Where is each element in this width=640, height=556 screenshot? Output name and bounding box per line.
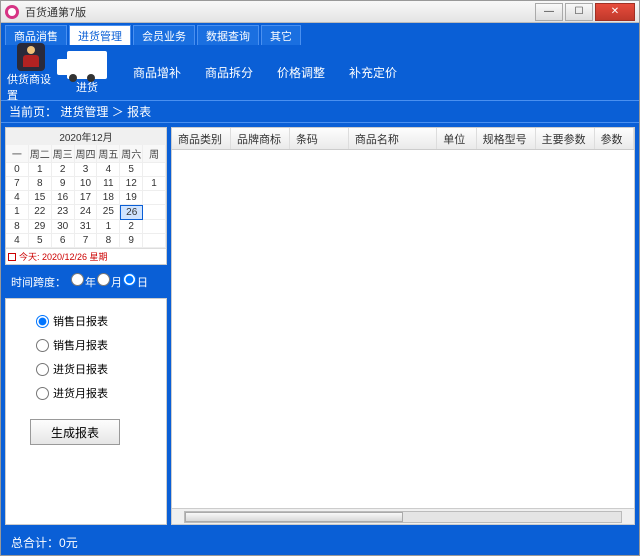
- calendar-cell[interactable]: 25: [97, 205, 120, 220]
- tab-4[interactable]: 其它: [261, 25, 301, 45]
- calendar-cell[interactable]: 2: [120, 220, 143, 234]
- calendar-cell[interactable]: 18: [97, 191, 120, 205]
- column-header[interactable]: 单位: [437, 128, 476, 149]
- calendar-cell[interactable]: 4: [6, 191, 29, 205]
- timespan-年[interactable]: 年: [70, 277, 96, 289]
- close-button[interactable]: ✕: [595, 3, 635, 21]
- toolbar-item-0[interactable]: 商品增补: [127, 60, 187, 85]
- calendar-cell[interactable]: 29: [29, 220, 52, 234]
- supplier-settings-button[interactable]: 供货商设置: [7, 43, 55, 103]
- data-grid: 商品类别品牌商标条码商品名称单位规格型号主要参数参数: [171, 127, 635, 525]
- status-bar: 总合计： 0元: [1, 529, 639, 555]
- toolbar: 供货商设置 进货 商品增补商品拆分价格调整补充定价: [1, 45, 639, 101]
- timespan-selector: 时间跨度： 年月日: [5, 269, 167, 294]
- calendar-cell[interactable]: 19: [120, 191, 143, 205]
- calendar-cell[interactable]: 5: [29, 234, 52, 248]
- column-header[interactable]: 参数: [595, 128, 634, 149]
- calendar-cell[interactable]: 12: [120, 177, 143, 191]
- report-option-2[interactable]: 进货日报表: [36, 361, 150, 377]
- stockin-button[interactable]: 进货: [63, 51, 111, 95]
- calendar-cell[interactable]: [143, 205, 166, 220]
- column-header[interactable]: 主要参数: [536, 128, 595, 149]
- column-header[interactable]: 品牌商标: [231, 128, 290, 149]
- column-header[interactable]: 商品类别: [172, 128, 231, 149]
- report-option-1[interactable]: 销售月报表: [36, 337, 150, 353]
- window-title: 百货通第7版: [25, 4, 533, 20]
- calendar-cell[interactable]: 1: [6, 205, 29, 220]
- calendar-cell[interactable]: 6: [52, 234, 75, 248]
- calendar-cell[interactable]: 11: [97, 177, 120, 191]
- tab-1[interactable]: 进货管理: [69, 25, 131, 45]
- titlebar: 百货通第7版 — ☐ ✕: [1, 1, 639, 23]
- column-header[interactable]: 条码: [290, 128, 349, 149]
- calendar-cell[interactable]: 5: [120, 163, 143, 177]
- calendar[interactable]: 2020年12月 一周二周三周四周五周六周0123457891011121415…: [5, 127, 167, 265]
- truck-icon: [67, 51, 107, 79]
- calendar-cell[interactable]: 22: [29, 205, 52, 220]
- minimize-button[interactable]: —: [535, 3, 563, 21]
- calendar-cell[interactable]: 2: [52, 163, 75, 177]
- calendar-cell[interactable]: [143, 191, 166, 205]
- calendar-cell[interactable]: 8: [6, 220, 29, 234]
- report-option-0[interactable]: 销售日报表: [36, 313, 150, 329]
- person-icon: [17, 43, 45, 71]
- calendar-cell[interactable]: 8: [97, 234, 120, 248]
- calendar-title: 2020年12月: [6, 128, 166, 145]
- timespan-月[interactable]: 月: [96, 277, 122, 289]
- calendar-cell[interactable]: [143, 163, 166, 177]
- generate-report-button[interactable]: 生成报表: [30, 419, 120, 445]
- calendar-cell[interactable]: 1: [143, 177, 166, 191]
- stockin-label: 进货: [76, 79, 98, 95]
- supplier-label: 供货商设置: [7, 71, 55, 103]
- calendar-cell[interactable]: [143, 220, 166, 234]
- calendar-cell[interactable]: 7: [75, 234, 98, 248]
- report-options: 销售日报表销售月报表进货日报表进货月报表 生成报表: [5, 298, 167, 525]
- calendar-cell[interactable]: 4: [97, 163, 120, 177]
- calendar-cell[interactable]: 7: [6, 177, 29, 191]
- tab-3[interactable]: 数据查询: [197, 25, 259, 45]
- calendar-cell[interactable]: 10: [75, 177, 98, 191]
- calendar-cell[interactable]: 8: [29, 177, 52, 191]
- calendar-cell[interactable]: 0: [6, 163, 29, 177]
- timespan-日[interactable]: 日: [122, 277, 148, 289]
- report-option-3[interactable]: 进货月报表: [36, 385, 150, 401]
- calendar-cell[interactable]: 30: [52, 220, 75, 234]
- tab-2[interactable]: 会员业务: [133, 25, 195, 45]
- toolbar-item-2[interactable]: 价格调整: [271, 60, 331, 85]
- calendar-cell[interactable]: 31: [75, 220, 98, 234]
- calendar-cell[interactable]: [143, 234, 166, 248]
- horizontal-scrollbar[interactable]: [172, 508, 634, 524]
- breadcrumb-path2: 报表: [127, 105, 151, 119]
- column-header[interactable]: 规格型号: [477, 128, 536, 149]
- calendar-cell[interactable]: 26: [120, 205, 143, 220]
- calendar-cell[interactable]: 15: [29, 191, 52, 205]
- calendar-cell[interactable]: 1: [29, 163, 52, 177]
- toolbar-item-1[interactable]: 商品拆分: [199, 60, 259, 85]
- calendar-cell[interactable]: 3: [75, 163, 98, 177]
- calendar-cell[interactable]: 24: [75, 205, 98, 220]
- calendar-cell[interactable]: 4: [6, 234, 29, 248]
- calendar-cell[interactable]: 1: [97, 220, 120, 234]
- calendar-cell[interactable]: 16: [52, 191, 75, 205]
- maximize-button[interactable]: ☐: [565, 3, 593, 21]
- breadcrumb-path1[interactable]: 进货管理: [60, 105, 108, 119]
- calendar-cell[interactable]: 17: [75, 191, 98, 205]
- toolbar-item-3[interactable]: 补充定价: [343, 60, 403, 85]
- grid-body[interactable]: [172, 150, 634, 508]
- calendar-cell[interactable]: 9: [52, 177, 75, 191]
- calendar-cell[interactable]: 23: [52, 205, 75, 220]
- column-header[interactable]: 商品名称: [349, 128, 437, 149]
- total-value: 0元: [59, 534, 78, 551]
- breadcrumb: 当前页： 进货管理 ＞ 报表: [1, 101, 639, 123]
- calendar-today-link[interactable]: 今天: 2020/12/26 星期: [6, 248, 166, 264]
- app-icon: [5, 5, 19, 19]
- calendar-cell[interactable]: 9: [120, 234, 143, 248]
- main-tabs: 商品消售进货管理会员业务数据查询其它: [1, 23, 639, 45]
